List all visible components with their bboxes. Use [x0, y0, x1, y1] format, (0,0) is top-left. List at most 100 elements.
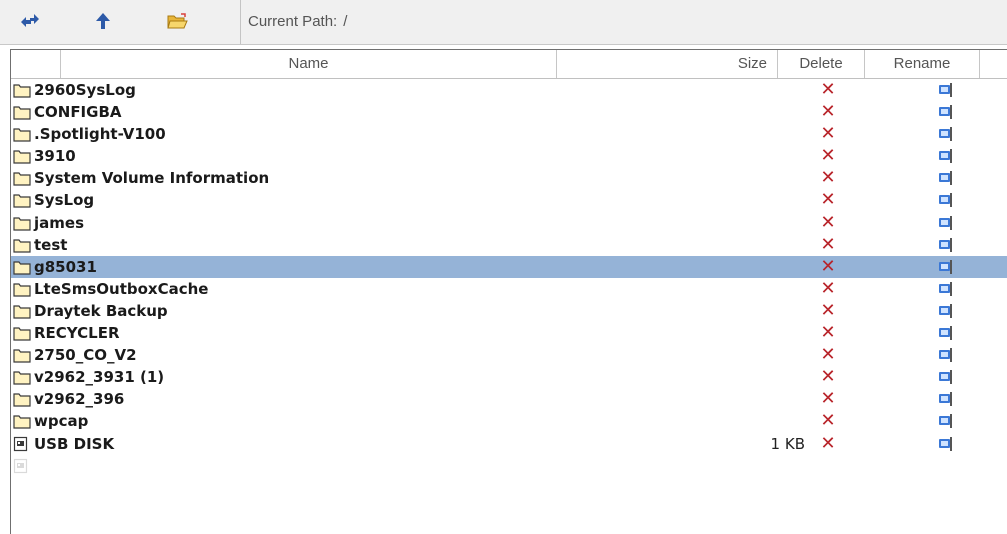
file-name-label: Draytek Backup	[34, 301, 168, 320]
rename-icon[interactable]	[937, 192, 955, 208]
header-size[interactable]: Size	[557, 50, 778, 78]
parent-folder-button[interactable]	[88, 8, 118, 34]
table-row[interactable]: v2962_3931 (1) ✕	[11, 366, 1007, 388]
rename-icon[interactable]	[937, 126, 955, 142]
file-name-cell[interactable]: james	[13, 212, 84, 234]
folder-icon	[13, 148, 31, 164]
rename-icon[interactable]	[937, 148, 955, 164]
file-size-cell	[711, 256, 805, 278]
delete-icon[interactable]: ✕	[817, 189, 839, 211]
file-name-cell[interactable]: RECYCLER	[13, 322, 120, 344]
file-icon	[13, 436, 31, 452]
rename-icon[interactable]	[937, 347, 955, 363]
table-row[interactable]: CONFIGBA ✕	[11, 101, 1007, 123]
file-name-cell[interactable]: g85031	[13, 256, 97, 278]
file-name-cell[interactable]: LteSmsOutboxCache	[13, 278, 208, 300]
delete-icon[interactable]: ✕	[817, 212, 839, 234]
delete-icon[interactable]: ✕	[817, 344, 839, 366]
folder-icon	[13, 347, 31, 363]
delete-icon[interactable]: ✕	[817, 388, 839, 410]
delete-icon[interactable]: ✕	[817, 167, 839, 189]
rename-icon[interactable]	[937, 170, 955, 186]
table-row[interactable]: 2960SysLog ✕	[11, 79, 1007, 101]
rename-icon[interactable]	[937, 281, 955, 297]
file-size-cell: 1 KB	[770, 434, 805, 453]
folder-icon	[13, 192, 31, 209]
table-row[interactable]: wpcap ✕	[11, 410, 1007, 432]
file-name-label: System Volume Information	[34, 169, 270, 188]
file-size-cell	[711, 322, 805, 344]
table-row[interactable]: v2962_396 ✕	[11, 388, 1007, 410]
refresh-button[interactable]	[15, 8, 45, 34]
file-name-label: 2750_CO_V2	[34, 346, 137, 365]
table-row[interactable]: 3910 ✕	[11, 145, 1007, 167]
table-row[interactable]: SysLog ✕	[11, 189, 1007, 211]
file-name-cell[interactable]: .Spotlight-V100	[13, 123, 166, 145]
file-name-cell[interactable]: v2962_3931 (1)	[13, 366, 164, 388]
delete-icon[interactable]: ✕	[817, 123, 839, 145]
header-name[interactable]: Name	[61, 50, 557, 78]
delete-icon[interactable]: ✕	[817, 145, 839, 167]
rename-icon[interactable]	[937, 436, 955, 452]
delete-icon[interactable]: ✕	[817, 410, 839, 432]
rename-icon[interactable]	[937, 325, 955, 341]
table-row[interactable]: 2750_CO_V2 ✕	[11, 344, 1007, 366]
delete-icon[interactable]: ✕	[817, 322, 839, 344]
file-name-cell[interactable]: Draytek Backup	[13, 300, 168, 322]
file-name-label: g85031	[34, 257, 97, 276]
table-row[interactable]: james ✕	[11, 212, 1007, 234]
table-row[interactable]: RECYCLER ✕	[11, 322, 1007, 344]
file-name-label: LteSmsOutboxCache	[34, 279, 209, 298]
file-name-label: v2962_396	[34, 390, 125, 409]
file-name-cell[interactable]: System Volume Information	[13, 167, 269, 189]
table-row[interactable]: .Spotlight-V100 ✕	[11, 123, 1007, 145]
file-name-cell[interactable]: 3910	[13, 145, 76, 167]
up-arrow-icon	[96, 13, 110, 29]
folder-icon	[13, 82, 31, 98]
refresh-arrows-icon	[21, 14, 39, 27]
rename-icon[interactable]	[937, 82, 955, 98]
rename-icon[interactable]	[937, 413, 955, 429]
file-name-label: james	[34, 213, 84, 232]
file-size-cell	[711, 212, 805, 234]
file-name-cell[interactable]: wpcap	[13, 410, 88, 432]
file-name-cell[interactable]: test	[13, 234, 67, 256]
table-row[interactable]: System Volume Information ✕	[11, 167, 1007, 189]
table-row[interactable]: g85031 ✕	[11, 255, 1007, 278]
rename-icon[interactable]	[937, 391, 955, 407]
delete-icon[interactable]: ✕	[817, 79, 839, 101]
file-name-label: USB DISK	[34, 434, 115, 453]
table-row[interactable]: test ✕	[11, 234, 1007, 256]
rename-icon[interactable]	[937, 303, 955, 319]
delete-icon[interactable]: ✕	[817, 366, 839, 388]
file-name-cell[interactable]: 2750_CO_V2	[13, 344, 137, 366]
file-name-cell[interactable]: v2962_396	[13, 388, 124, 410]
rename-icon[interactable]	[937, 237, 955, 253]
table-row[interactable]: Draytek Backup ✕	[11, 300, 1007, 322]
delete-icon[interactable]: ✕	[817, 433, 839, 455]
file-name-label: v2962_3931 (1)	[34, 368, 165, 387]
delete-icon[interactable]: ✕	[817, 234, 839, 256]
header-select-column[interactable]	[11, 50, 61, 78]
rename-icon[interactable]	[937, 369, 955, 385]
delete-icon[interactable]: ✕	[817, 101, 839, 123]
rename-icon[interactable]	[937, 215, 955, 231]
delete-icon[interactable]: ✕	[817, 278, 839, 300]
file-size-cell	[711, 234, 805, 256]
new-folder-button[interactable]	[162, 8, 192, 34]
file-name-cell[interactable]: CONFIGBA	[13, 101, 122, 123]
folder-icon	[13, 259, 31, 275]
rename-icon[interactable]	[937, 104, 955, 120]
delete-icon[interactable]: ✕	[817, 256, 839, 278]
table-row[interactable]: LteSmsOutboxCache ✕	[11, 278, 1007, 300]
file-name-cell[interactable]: USB DISK	[13, 433, 114, 455]
toolbar: Current Path: /	[0, 0, 1007, 45]
file-size-cell	[711, 410, 805, 432]
folder-icon	[13, 170, 31, 186]
rename-icon[interactable]	[937, 259, 955, 275]
folder-icon	[13, 126, 31, 142]
table-row[interactable]: USB DISK 1 KB ✕	[11, 433, 1007, 455]
file-name-cell[interactable]: 2960SysLog	[13, 79, 136, 101]
file-name-cell[interactable]: SysLog	[13, 189, 94, 211]
delete-icon[interactable]: ✕	[817, 300, 839, 322]
